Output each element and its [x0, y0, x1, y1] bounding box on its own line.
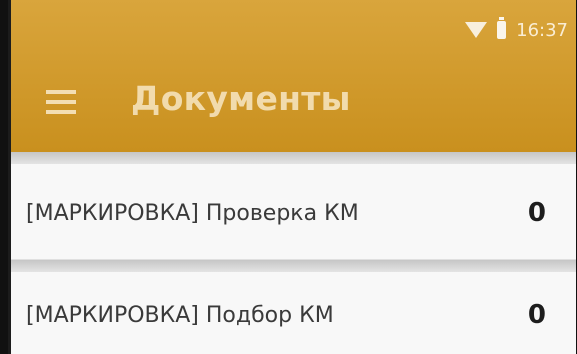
header-divider: [11, 152, 576, 164]
android-screen: 16:37 Документы [МАРКИРОВКА] Проверка КМ…: [8, 0, 576, 354]
document-row-check-km[interactable]: [МАРКИРОВКА] Проверка КМ 0: [11, 164, 576, 260]
document-label: [МАРКИРОВКА] Проверка КМ: [26, 201, 359, 226]
document-row-pick-km[interactable]: [МАРКИРОВКА] Подбор КМ 0: [11, 272, 576, 354]
battery-icon: [497, 17, 507, 39]
menu-line-bottom: [46, 110, 76, 114]
document-count: 0: [527, 198, 546, 228]
row-divider: [11, 260, 576, 272]
menu-line-top: [46, 90, 76, 94]
hamburger-menu-icon[interactable]: [46, 90, 76, 114]
wifi-icon: [465, 22, 488, 38]
status-time: 16:37: [516, 19, 568, 41]
page-title: Документы: [131, 79, 351, 118]
menu-line-middle: [46, 100, 76, 104]
status-bar: 16:37: [465, 17, 568, 42]
document-label: [МАРКИРОВКА] Подбор КМ: [26, 303, 334, 328]
app-bar: 16:37 Документы: [11, 0, 576, 152]
document-count: 0: [527, 300, 546, 330]
